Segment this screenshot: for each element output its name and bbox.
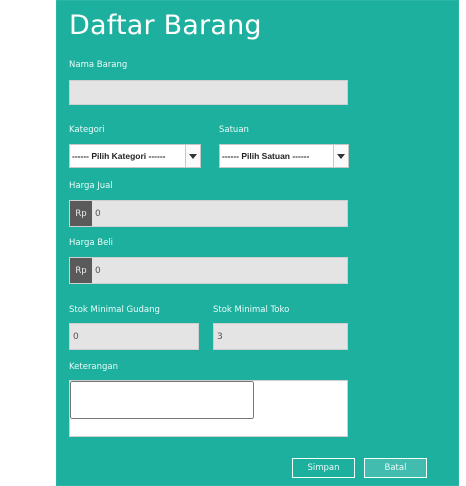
page-title: Daftar Barang bbox=[69, 10, 262, 41]
nama-barang-label: Nama Barang bbox=[69, 60, 128, 70]
harga-beli-input[interactable] bbox=[92, 258, 347, 284]
simpan-button[interactable]: Simpan bbox=[292, 458, 355, 478]
satuan-label: Satuan bbox=[219, 125, 249, 135]
harga-beli-field[interactable]: Rp bbox=[69, 257, 348, 284]
nama-barang-field[interactable] bbox=[69, 80, 348, 106]
satuan-selected-text: ------ Pilih Satuan ------ bbox=[222, 151, 310, 161]
batal-button[interactable]: Batal bbox=[364, 458, 427, 478]
chevron-down-icon bbox=[189, 153, 197, 159]
kategori-select[interactable]: ------ Pilih Kategori ------ bbox=[69, 144, 201, 168]
harga-beli-label: Harga Beli bbox=[69, 238, 114, 248]
keterangan-textarea[interactable] bbox=[70, 381, 254, 419]
kategori-selected-text: ------ Pilih Kategori ------ bbox=[72, 151, 166, 161]
kategori-dropdown-button[interactable] bbox=[185, 145, 200, 167]
stok-minimal-toko-field[interactable] bbox=[213, 323, 348, 350]
stok-minimal-gudang-label: Stok Minimal Gudang bbox=[69, 305, 160, 315]
chevron-down-icon bbox=[337, 153, 345, 159]
keterangan-field[interactable] bbox=[69, 380, 348, 437]
stok-minimal-gudang-input[interactable] bbox=[70, 324, 198, 350]
satuan-select[interactable]: ------ Pilih Satuan ------ bbox=[219, 144, 349, 168]
stok-minimal-gudang-field[interactable] bbox=[69, 323, 199, 350]
harga-jual-field[interactable]: Rp bbox=[69, 200, 348, 227]
currency-prefix: Rp bbox=[70, 201, 92, 226]
satuan-dropdown-button[interactable] bbox=[333, 145, 348, 167]
currency-prefix: Rp bbox=[70, 258, 92, 283]
stok-minimal-toko-input[interactable] bbox=[214, 324, 347, 350]
kategori-label: Kategori bbox=[69, 125, 105, 135]
harga-jual-input[interactable] bbox=[92, 201, 347, 227]
keterangan-label: Keterangan bbox=[69, 362, 119, 372]
stok-minimal-toko-label: Stok Minimal Toko bbox=[213, 305, 290, 315]
harga-jual-label: Harga Jual bbox=[69, 181, 113, 191]
nama-barang-input[interactable] bbox=[70, 82, 347, 106]
